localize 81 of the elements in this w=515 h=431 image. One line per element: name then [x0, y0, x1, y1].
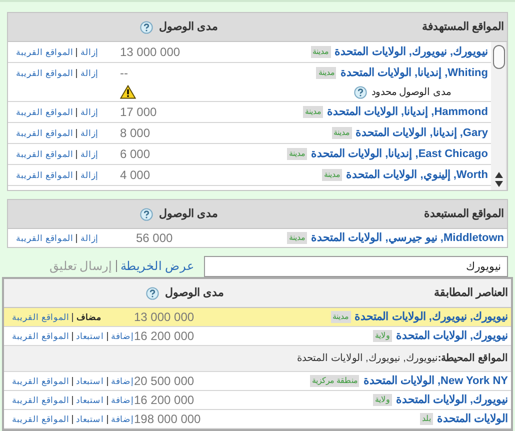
help-icon[interactable]	[140, 20, 153, 34]
action-link[interactable]: المواقع القريبة	[16, 148, 74, 160]
location-link[interactable]: نيويورك, الولايات المتحدة	[396, 328, 508, 344]
scroll-down-icon[interactable]	[494, 181, 502, 187]
location-link[interactable]: Hammond, إنديانا, الولايات المتحدة	[326, 104, 488, 120]
action-link[interactable]: إزالة	[80, 46, 98, 58]
location-link[interactable]: Gary, إنديانا, الولايات المتحدة	[356, 124, 488, 142]
type-tag: بلد	[420, 413, 433, 425]
type-tag: مدينة	[316, 67, 336, 79]
type-tag: مدينة	[332, 127, 352, 139]
action-link[interactable]: المواقع القريبة	[16, 126, 74, 140]
type-tag: ولاية	[372, 330, 392, 342]
search-field[interactable]: نيويورك	[204, 256, 508, 277]
reach-value: 56 000	[136, 230, 173, 247]
location-link[interactable]: Middletown, نيو جيرسي, الولايات المتحدة	[311, 230, 504, 246]
location-link[interactable]: New York NY, الولايات المتحدة	[363, 372, 508, 390]
action-link[interactable]: المواقع القريبة	[16, 232, 74, 244]
action-link[interactable]: إزالة	[80, 148, 98, 160]
action-link[interactable]: المواقع القريبة	[16, 66, 74, 80]
reach-value: 16 200 000	[134, 328, 194, 345]
action-link[interactable]: المواقع القريبة	[12, 374, 70, 388]
action-link[interactable]: إزالة	[80, 168, 98, 182]
note-text: مدى الوصول محدود	[371, 86, 451, 100]
reach-value: 4 000	[120, 167, 150, 184]
section-title: المواقع المحيطة:نيويورك, نيويورك, الولايات المتحدة	[296, 352, 508, 366]
reach-value: --	[120, 65, 128, 82]
action-link[interactable]: المواقع القريبة	[12, 310, 70, 324]
action-link[interactable]: إضافة	[111, 412, 134, 426]
help-icon[interactable]	[140, 208, 153, 220]
column-header: العناصر المطابقة	[432, 286, 509, 301]
reach-value: 16 200 000	[134, 392, 194, 409]
warning-icon	[120, 85, 136, 99]
reach-value: 198 000 000	[134, 411, 201, 428]
reach-value: 8 000	[120, 125, 150, 142]
action-link[interactable]: إزالة	[80, 126, 98, 140]
location-link[interactable]: نيويورك, نيويورك, الولايات المتحدة	[354, 308, 508, 326]
help-icon[interactable]	[354, 86, 368, 98]
action-link[interactable]: المواقع القريبة	[12, 330, 70, 342]
scroll-up-icon[interactable]	[494, 172, 502, 178]
status-label: مضاف	[76, 310, 102, 324]
reach-value: 17 000	[120, 104, 157, 121]
action-link[interactable]: إضافة	[111, 374, 134, 388]
location-link[interactable]: الولايات المتحدة	[436, 410, 508, 428]
action-link[interactable]: إضافة	[111, 394, 134, 406]
column-header: مدى الوصول	[158, 20, 218, 35]
type-tag: مدينة	[310, 46, 331, 58]
type-tag: مدينة	[287, 232, 308, 244]
location-link[interactable]: East Chicago, إنديانا, الولايات المتحدة	[311, 146, 488, 162]
action-link[interactable]: المواقع القريبة	[16, 106, 74, 118]
type-tag: مدينة	[302, 106, 323, 118]
column-header: المواقع المستبعدة	[422, 206, 505, 222]
action-link[interactable]: استبعاد	[76, 412, 104, 426]
reach-value: 13 000 000	[134, 309, 194, 326]
action-link[interactable]: المواقع القريبة	[12, 394, 70, 406]
reach-value: 13 000 000	[120, 44, 180, 61]
location-link[interactable]: Worth, إلينوي, الولايات المتحدة	[346, 166, 488, 184]
column-header: المواقع المستهدفة	[420, 20, 505, 35]
location-link[interactable]: Whiting, إنديانا, الولايات المتحدة	[340, 64, 488, 82]
type-tag: مدينة	[322, 169, 342, 181]
reach-value: 20 500 000	[134, 373, 194, 390]
type-tag: مدينة	[330, 311, 351, 323]
action-link[interactable]: إزالة	[80, 232, 98, 244]
action-link[interactable]: استبعاد	[76, 330, 104, 342]
action-link[interactable]: إزالة	[80, 106, 98, 118]
action-link[interactable]: إزالة	[80, 66, 98, 80]
help-icon[interactable]	[146, 286, 159, 300]
action-link[interactable]: استبعاد	[76, 394, 104, 406]
action-link[interactable]: إضافة	[111, 330, 134, 342]
column-header: مدى الوصول	[164, 286, 224, 301]
action-link[interactable]: المواقع القريبة	[12, 412, 70, 426]
type-tag: ولاية	[372, 394, 392, 406]
type-tag: منطقة مركزية	[310, 375, 360, 387]
toolbar-link[interactable]: عرض الخريطة	[120, 257, 194, 275]
action-link[interactable]: المواقع القريبة	[16, 168, 74, 182]
action-link[interactable]: المواقع القريبة	[16, 46, 74, 58]
column-header: مدى الوصول	[158, 206, 218, 222]
type-tag: مدينة	[287, 148, 308, 160]
action-link[interactable]: استبعاد	[76, 374, 104, 388]
location-link[interactable]: نيويورك, نيويورك, الولايات المتحدة	[334, 44, 488, 60]
reach-value: 6 000	[120, 146, 150, 163]
location-link[interactable]: نيويورك, الولايات المتحدة	[396, 392, 508, 408]
